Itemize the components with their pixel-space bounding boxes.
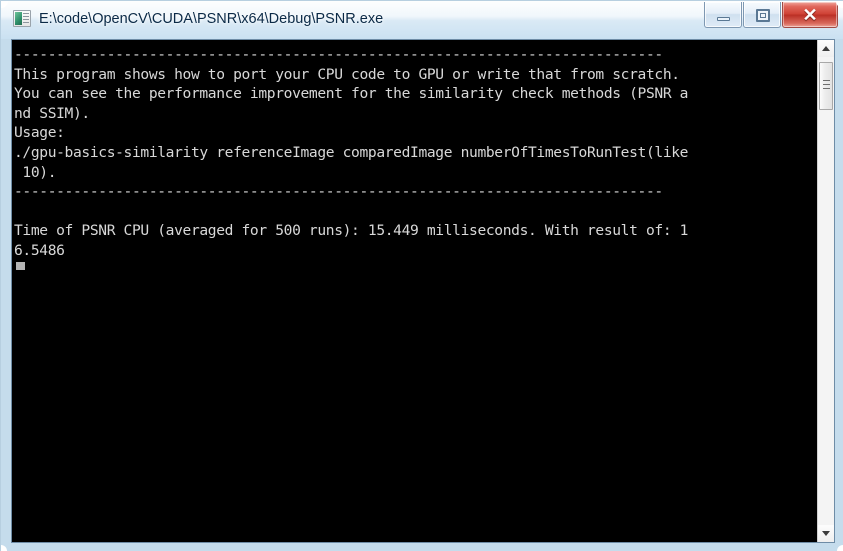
app-icon-lines [23, 13, 29, 24]
window-controls: ✕ [704, 2, 838, 30]
triangle-down-icon [822, 531, 830, 536]
frame-corner [837, 545, 843, 551]
console-line: Usage: [14, 124, 65, 142]
console-line: nd SSIM). [14, 104, 90, 122]
console-line: 6.5486 [14, 241, 65, 259]
close-button[interactable]: ✕ [782, 2, 838, 28]
console-line: 10). [14, 163, 57, 181]
scroll-down-button[interactable] [818, 525, 834, 542]
console-output[interactable]: ----------------------------------------… [12, 40, 817, 542]
app-icon-graphic [15, 12, 22, 25]
console-app-icon [13, 10, 31, 27]
titlebar[interactable]: E:\code\OpenCV\CUDA\PSNR\x64\Debug\PSNR.… [1, 1, 843, 39]
thumb-grip-icon [823, 80, 830, 92]
console-line: ----------------------------------------… [14, 183, 663, 201]
console-window: E:\code\OpenCV\CUDA\PSNR\x64\Debug\PSNR.… [0, 0, 843, 551]
vertical-scrollbar[interactable] [817, 40, 834, 542]
scroll-up-button[interactable] [818, 40, 834, 57]
console-line: This program shows how to port your CPU … [14, 65, 680, 83]
console-client-area: ----------------------------------------… [11, 39, 835, 543]
minimize-icon [717, 17, 730, 21]
triangle-up-icon [822, 46, 830, 51]
maximize-icon [756, 9, 770, 22]
scrollbar-track[interactable] [818, 57, 834, 525]
block-cursor [16, 261, 25, 270]
scrollbar-thumb[interactable] [819, 62, 833, 110]
window-title: E:\code\OpenCV\CUDA\PSNR\x64\Debug\PSNR.… [39, 11, 384, 27]
minimize-button[interactable] [704, 2, 742, 28]
console-line: You can see the performance improvement … [14, 85, 689, 103]
maximize-button[interactable] [743, 2, 781, 28]
console-line: ----------------------------------------… [14, 46, 663, 63]
console-line: ./gpu-basics-similarity referenceImage c… [14, 143, 689, 161]
frame-corner [1, 545, 7, 551]
console-line: Time of PSNR CPU (averaged for 500 runs)… [14, 222, 689, 240]
close-icon: ✕ [802, 5, 818, 25]
